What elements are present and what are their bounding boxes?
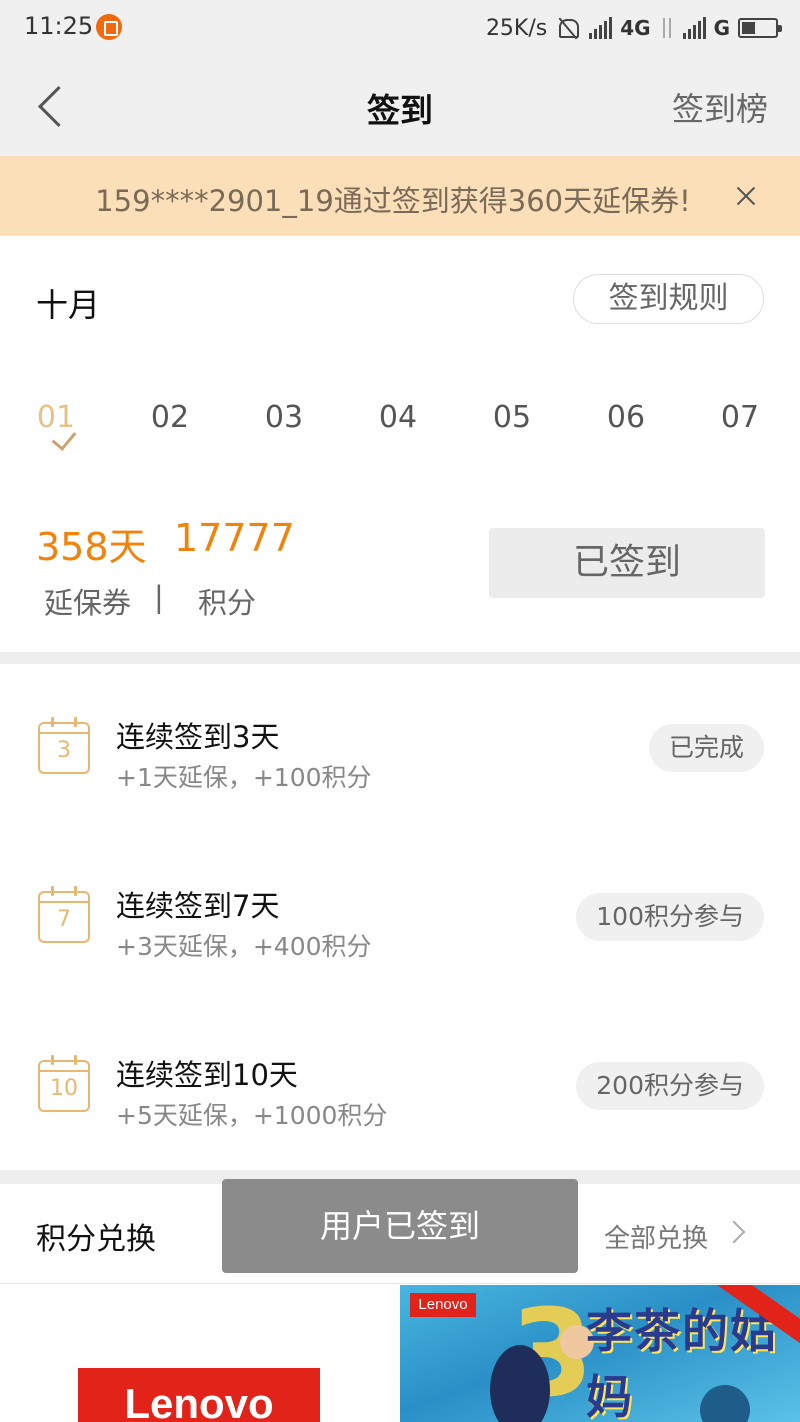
mute-icon: [555, 16, 581, 40]
exchange-title: 积分兑换: [36, 1222, 156, 1257]
close-icon[interactable]: [728, 178, 764, 214]
stat-divider: |: [154, 580, 164, 614]
lenovo-logo: Lenovo: [78, 1368, 320, 1422]
notice-bar: 159****2901_19通过签到获得360天延保券!: [0, 156, 800, 236]
month-label: 十月: [36, 286, 101, 324]
task-status-badge[interactable]: 已完成: [648, 724, 764, 772]
warranty-days-value: 358天: [36, 525, 147, 569]
network-type-4g: 4G: [620, 16, 651, 40]
join-task-button[interactable]: 100积分参与: [576, 893, 764, 941]
day-item: 03: [264, 400, 304, 435]
exchange-all-link[interactable]: 全部兑换: [604, 1218, 708, 1255]
status-indicators: 25K/s 4G G: [485, 12, 782, 44]
task-reward: +3天延保，+400积分: [116, 932, 372, 961]
status-time: 11:25: [24, 12, 94, 40]
task-title: 连续签到10天: [116, 1058, 298, 1092]
toast-message: 用户已签到: [222, 1179, 578, 1273]
promo-banner[interactable]: 3 Lenovo 李茶的姑妈: [400, 1285, 800, 1422]
task-item: 7 连续签到7天 +3天延保，+400积分 100积分参与: [0, 869, 800, 1029]
join-task-button[interactable]: 200积分参与: [576, 1062, 764, 1110]
task-reward: +1天延保，+100积分: [116, 763, 372, 792]
task-title: 连续签到3天: [116, 720, 280, 754]
signal-icon-2: [682, 17, 706, 39]
calendar-icon: 3: [38, 717, 90, 774]
day-item: 07: [720, 400, 760, 435]
day-item: 04: [378, 400, 418, 435]
product-card[interactable]: Lenovo: [0, 1285, 400, 1422]
calendar-icon: 10: [38, 1055, 90, 1112]
task-reward: +5天延保，+1000积分: [116, 1101, 388, 1130]
app-notification-icon: [96, 14, 122, 40]
day-item: 02: [150, 400, 190, 435]
signal-icon: [589, 17, 613, 39]
battery-icon: [738, 18, 782, 38]
points-label: 积分: [198, 586, 257, 620]
chevron-right-icon[interactable]: [722, 1220, 746, 1244]
rules-button[interactable]: 签到规则: [573, 274, 764, 324]
banner-lenovo-logo: Lenovo: [410, 1293, 476, 1317]
warranty-label: 延保券: [44, 586, 132, 620]
day-item: 05: [492, 400, 532, 435]
task-title: 连续签到7天: [116, 889, 280, 923]
signed-in-button[interactable]: 已签到: [489, 528, 765, 598]
data-transfer-icon: [659, 17, 675, 39]
day-item: 06: [606, 400, 646, 435]
status-bar: 11:25 25K/s 4G G: [0, 0, 800, 56]
network-type-g: G: [713, 16, 730, 40]
points-value: 17777: [174, 516, 295, 560]
section-divider: [0, 652, 800, 664]
net-speed: 25K/s: [485, 15, 548, 41]
task-item: 3 连续签到3天 +1天延保，+100积分 已完成: [0, 700, 800, 860]
calendar-icon: 7: [38, 886, 90, 943]
day-item: 01: [36, 400, 76, 435]
notice-text: 159****2901_19通过签到获得360天延保券!: [95, 184, 691, 218]
nav-bar: 签到 签到榜: [0, 56, 800, 156]
leaderboard-link[interactable]: 签到榜: [672, 84, 768, 130]
